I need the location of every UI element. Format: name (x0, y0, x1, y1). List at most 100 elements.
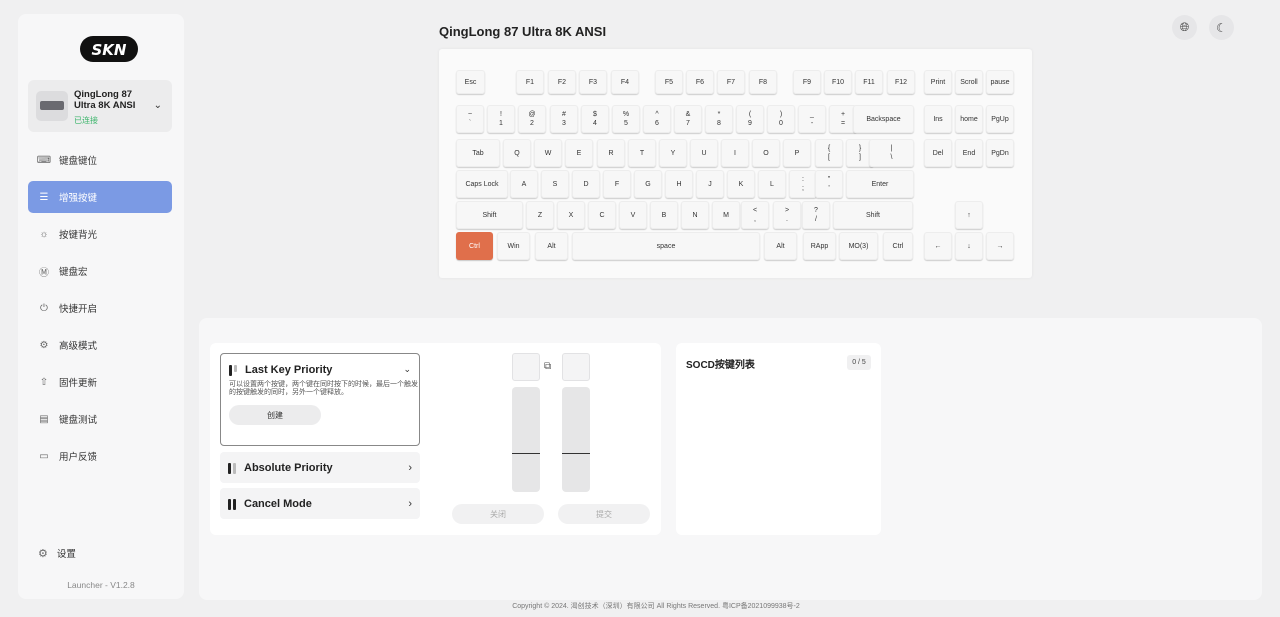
submit-button[interactable]: 提交 (558, 504, 650, 524)
key-alt[interactable]: Alt (764, 232, 797, 260)
key-ctrl[interactable]: Ctrl (456, 232, 493, 260)
key-([interactable]: ( 9 (736, 105, 764, 133)
key-c[interactable]: C (588, 201, 616, 229)
key-@[interactable]: @ 2 (518, 105, 546, 133)
key-q[interactable]: Q (503, 139, 531, 167)
key-home[interactable]: home (955, 105, 983, 133)
key-r[interactable]: R (597, 139, 625, 167)
key-ins[interactable]: Ins (924, 105, 952, 133)
key-y[interactable]: Y (659, 139, 687, 167)
key-space[interactable]: space (572, 232, 760, 260)
key-m[interactable]: M (712, 201, 740, 229)
sidebar-item-keymap[interactable]: ⌨ 键盘键位 (28, 144, 172, 176)
key-x[interactable]: X (557, 201, 585, 229)
chevron-down-icon[interactable]: ⌄ (403, 364, 411, 375)
key-n[interactable]: N (681, 201, 709, 229)
key-a[interactable]: A (510, 170, 538, 198)
mode-last-key-priority[interactable]: Last Key Priority ⌄ 可以设置两个按键，两个键在同时按下的时候… (220, 353, 420, 446)
sidebar-item-firmware[interactable]: ⇧ 固件更新 (28, 366, 172, 398)
sidebar-item-macro[interactable]: Ⓜ 键盘宏 (28, 255, 172, 287)
key-e[interactable]: E (565, 139, 593, 167)
key-pgup[interactable]: PgUp (986, 105, 1014, 133)
create-button[interactable]: 创建 (229, 405, 321, 425)
key-f6[interactable]: F6 (686, 70, 714, 94)
key-z[interactable]: Z (526, 201, 554, 229)
key-p[interactable]: P (783, 139, 811, 167)
key-shift[interactable]: Shift (456, 201, 523, 229)
key-![interactable]: ! 1 (487, 105, 515, 133)
key-del[interactable]: Del (924, 139, 952, 167)
key-u[interactable]: U (690, 139, 718, 167)
key-f3[interactable]: F3 (579, 70, 607, 94)
sidebar-item-test[interactable]: ▤ 键盘测试 (28, 403, 172, 435)
key-f10[interactable]: F10 (824, 70, 852, 94)
key-esc[interactable]: Esc (456, 70, 485, 94)
key-k[interactable]: K (727, 170, 755, 198)
key-v[interactable]: V (619, 201, 647, 229)
settings-button[interactable]: ⚙ 设置 (38, 546, 76, 561)
key->[interactable]: > . (773, 201, 801, 229)
key-f4[interactable]: F4 (611, 70, 639, 94)
key-t[interactable]: T (628, 139, 656, 167)
key-"[interactable]: " ' (815, 170, 843, 198)
key-tab[interactable]: Tab (456, 139, 500, 167)
key-b[interactable]: B (650, 201, 678, 229)
key-ctrl[interactable]: Ctrl (883, 232, 913, 260)
key-f9[interactable]: F9 (793, 70, 821, 94)
key-_[interactable]: _ - (798, 105, 826, 133)
key-caps-lock[interactable]: Caps Lock (456, 170, 508, 198)
device-selector[interactable]: QingLong 87 Ultra 8K ANSI 已连接 ⌄ (28, 80, 172, 132)
key-:[interactable]: : ; (789, 170, 817, 198)
key-h[interactable]: H (665, 170, 693, 198)
key-?[interactable]: ? / (802, 201, 830, 229)
key-o[interactable]: O (752, 139, 780, 167)
key-w[interactable]: W (534, 139, 562, 167)
sidebar-item-enhanced-keys[interactable]: ☰ 增强按键 (28, 181, 172, 213)
chevron-down-icon[interactable]: ⌄ (154, 100, 162, 111)
key-→[interactable]: → (986, 232, 1014, 260)
key-f7[interactable]: F7 (717, 70, 745, 94)
key-f8[interactable]: F8 (749, 70, 777, 94)
key-alt[interactable]: Alt (535, 232, 568, 260)
key-f11[interactable]: F11 (855, 70, 883, 94)
mode-absolute-priority[interactable]: Absolute Priority › (220, 452, 420, 483)
mode-cancel[interactable]: Cancel Mode › (220, 488, 420, 519)
sidebar-item-quick-start[interactable]: ⏻ 快捷开启 (28, 292, 172, 324)
key-f12[interactable]: F12 (887, 70, 915, 94)
key-i[interactable]: I (721, 139, 749, 167)
key-^[interactable]: ^ 6 (643, 105, 671, 133)
key-f2[interactable]: F2 (548, 70, 576, 94)
close-button[interactable]: 关闭 (452, 504, 544, 524)
key-~[interactable]: ~ ` (456, 105, 484, 133)
key-$[interactable]: $ 4 (581, 105, 609, 133)
key-mo(3)[interactable]: MO(3) (839, 232, 878, 260)
key-#[interactable]: # 3 (550, 105, 578, 133)
key-scroll[interactable]: Scroll (955, 70, 983, 94)
key-backspace[interactable]: Backspace (853, 105, 914, 133)
key-%[interactable]: % 5 (612, 105, 640, 133)
key-g[interactable]: G (634, 170, 662, 198)
key-<[interactable]: < , (741, 201, 769, 229)
key-←[interactable]: ← (924, 232, 952, 260)
key-slot-b[interactable] (562, 353, 590, 381)
key-↓[interactable]: ↓ (955, 232, 983, 260)
key-↑[interactable]: ↑ (955, 201, 983, 229)
key-enter[interactable]: Enter (846, 170, 914, 198)
swap-icon[interactable]: ⧉ (544, 361, 551, 372)
language-button[interactable]: 🌐︎ (1172, 15, 1197, 40)
key-&[interactable]: & 7 (674, 105, 702, 133)
sidebar-item-backlight[interactable]: ☼ 按键背光 (28, 218, 172, 250)
key-end[interactable]: End (955, 139, 983, 167)
key-|[interactable]: | \ (869, 139, 914, 167)
key-f1[interactable]: F1 (516, 70, 544, 94)
sidebar-item-feedback[interactable]: ▭ 用户反馈 (28, 440, 172, 472)
key-f[interactable]: F (603, 170, 631, 198)
key-pgdn[interactable]: PgDn (986, 139, 1014, 167)
key-print[interactable]: Print (924, 70, 952, 94)
key-*[interactable]: * 8 (705, 105, 733, 133)
key-rapp[interactable]: RApp (803, 232, 836, 260)
sidebar-item-advanced[interactable]: ⚙ 高级模式 (28, 329, 172, 361)
key-slot-a[interactable] (512, 353, 540, 381)
key-)[interactable]: ) 0 (767, 105, 795, 133)
key-pause[interactable]: pause (986, 70, 1014, 94)
